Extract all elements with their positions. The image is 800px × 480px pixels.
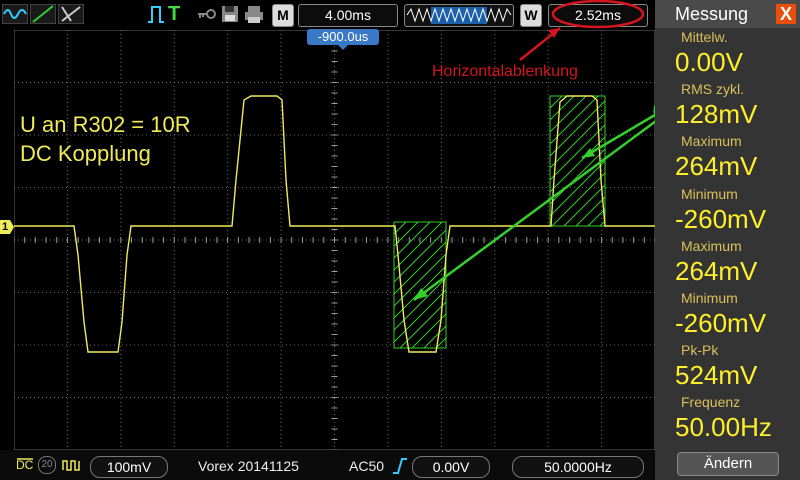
measurement-label: Minimum — [681, 290, 738, 306]
rising-edge-icon[interactable] — [392, 458, 408, 474]
measurement-value: 128mV — [675, 99, 758, 130]
measurement-label: Pk-Pk — [681, 342, 719, 359]
measurement-value: 264mV — [675, 151, 758, 182]
measurement-value: 524mV — [675, 360, 758, 391]
rms-hatch-areas — [393, 95, 606, 349]
hatch-line — [549, 148, 606, 205]
measurement-title: Messung — [675, 4, 749, 24]
dc-label: DC — [16, 458, 34, 472]
measurement-value: -260mV — [675, 203, 767, 234]
annotation-horizontal: Horizontalablenkung — [432, 63, 578, 80]
waveform-display — [14, 30, 655, 450]
measurement-panel: Messung X Mittelw. 0.00V RMS zykl. 128mV Max… — [655, 0, 800, 480]
measurement-label: Maximum — [681, 133, 742, 150]
hatch-line — [549, 160, 606, 217]
aendern-button[interactable]: Ändern — [677, 452, 779, 476]
w-button[interactable]: W — [520, 4, 542, 27]
hatch-line — [551, 172, 606, 227]
hatch-line — [393, 221, 443, 271]
scope-screen — [14, 30, 655, 450]
trigger-icon[interactable]: T — [168, 4, 182, 24]
probe-icon[interactable] — [62, 458, 82, 472]
hatch-positive-pulse — [549, 95, 606, 227]
device-info: Vorex 20141125 — [198, 458, 299, 474]
status-bar: DC 20 100mV Vorex 20141125 AC50 0.00V 50… — [0, 450, 655, 480]
hatch-line — [393, 221, 419, 247]
print-icon[interactable] — [243, 4, 265, 24]
measurement-header: Messung X — [655, 0, 800, 28]
measurement-value: 264mV — [675, 255, 758, 286]
top-toolbar: T M 4.00ms W 2.52ms — [0, 0, 655, 30]
annotation-coupling: DC Kopplung — [20, 141, 151, 166]
bandwidth-20-icon[interactable]: 20 — [38, 456, 56, 474]
memory-waveform-icon — [406, 7, 512, 24]
measurement-label: Maximum — [681, 237, 742, 254]
pulse-icon[interactable] — [146, 4, 166, 24]
graticule — [14, 30, 655, 450]
hatch-line — [563, 184, 606, 227]
run-mode-icon[interactable] — [58, 4, 84, 24]
key-icon[interactable] — [196, 4, 218, 24]
close-icon[interactable]: X — [776, 4, 796, 24]
trigger-position-marker[interactable]: -900.0us — [307, 29, 379, 45]
save-icon[interactable] — [220, 4, 240, 24]
measurement-label: Mittelw. — [681, 29, 728, 45]
measurement-value: 50.00Hz — [675, 412, 772, 443]
delay-display[interactable]: 2.52ms — [548, 4, 648, 27]
measurement-label: RMS zykl. — [681, 81, 744, 98]
time-div-display[interactable]: 4.00ms — [298, 4, 398, 27]
waveform-icon[interactable] — [2, 4, 28, 24]
memory-window[interactable] — [404, 4, 514, 27]
volts-div-display[interactable]: 100mV — [90, 456, 168, 478]
measurement-label: Frequenz — [681, 394, 741, 411]
m-button[interactable]: M — [272, 4, 294, 27]
measurement-value: -260mV — [675, 308, 767, 338]
annotation-resistor: U an R302 = 10R — [20, 112, 191, 137]
channel1-marker-label: 1 — [2, 221, 9, 233]
trigger-level-display[interactable]: 0.00V — [412, 456, 490, 478]
measurement-value: 0.00V — [675, 47, 743, 77]
measurement-label: Minimum — [681, 185, 738, 202]
hatch-line — [549, 136, 606, 193]
frequency-display[interactable]: 50.0000Hz — [512, 456, 644, 478]
trigger-arrow-icon — [337, 44, 349, 50]
slope-icon[interactable] — [30, 4, 56, 24]
trigger-mode-label: AC50 — [349, 458, 385, 474]
hatch-line — [575, 196, 606, 227]
